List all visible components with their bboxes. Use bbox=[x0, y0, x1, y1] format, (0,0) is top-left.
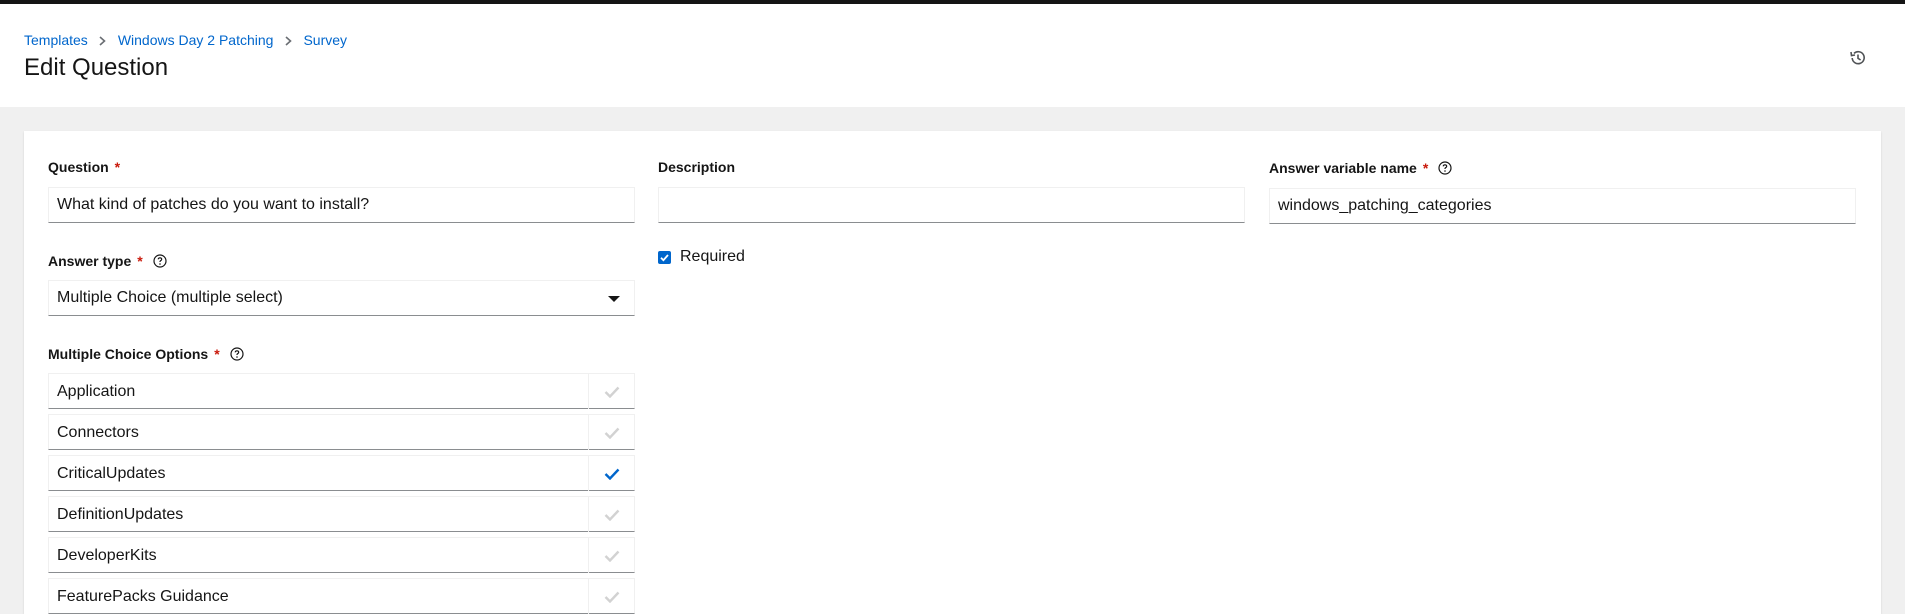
choice-option[interactable]: DefinitionUpdates bbox=[48, 496, 635, 532]
history-icon[interactable] bbox=[1848, 48, 1868, 68]
answer-type-select[interactable]: Multiple Choice (multiple select) bbox=[48, 280, 635, 316]
check-icon[interactable] bbox=[588, 374, 634, 409]
question-circle-icon[interactable] bbox=[230, 347, 244, 361]
page-title: Edit Question bbox=[24, 54, 169, 81]
description-input[interactable] bbox=[658, 187, 1245, 223]
choice-option[interactable]: CriticalUpdates bbox=[48, 455, 635, 491]
answer-type-label: Answer type * bbox=[48, 253, 167, 269]
choices-label: Multiple Choice Options * bbox=[48, 346, 244, 362]
required-asterisk: * bbox=[114, 159, 121, 175]
breadcrumb-template-name[interactable]: Windows Day 2 Patching bbox=[118, 32, 274, 48]
check-icon[interactable] bbox=[588, 538, 634, 573]
choice-option[interactable]: Connectors bbox=[48, 414, 635, 450]
breadcrumb: Templates Windows Day 2 Patching Survey bbox=[24, 32, 347, 48]
choice-option[interactable]: DeveloperKits bbox=[48, 537, 635, 573]
required-checkbox[interactable] bbox=[658, 250, 671, 264]
caret-down-icon bbox=[608, 296, 620, 302]
check-icon[interactable] bbox=[588, 497, 634, 532]
variable-label: Answer variable name * bbox=[1269, 160, 1452, 176]
question-circle-icon[interactable] bbox=[1438, 161, 1452, 175]
page-header: Templates Windows Day 2 Patching Survey … bbox=[0, 4, 1905, 107]
check-icon[interactable] bbox=[588, 456, 634, 491]
required-asterisk: * bbox=[1422, 160, 1429, 176]
check-icon[interactable] bbox=[588, 579, 634, 614]
required-checkbox-row: Required bbox=[658, 248, 745, 266]
choice-label: DefinitionUpdates bbox=[57, 506, 184, 523]
choice-option[interactable]: FeaturePacks Guidance bbox=[48, 578, 635, 614]
choice-label: Connectors bbox=[57, 424, 139, 441]
breadcrumb-templates[interactable]: Templates bbox=[24, 32, 88, 48]
choice-label: Application bbox=[57, 383, 136, 400]
required-label: Required bbox=[680, 248, 745, 265]
choice-label: FeaturePacks Guidance bbox=[57, 588, 229, 605]
question-input[interactable]: What kind of patches do you want to inst… bbox=[48, 187, 635, 223]
breadcrumb-survey[interactable]: Survey bbox=[303, 32, 347, 48]
choice-label: DeveloperKits bbox=[57, 547, 157, 564]
question-circle-icon[interactable] bbox=[153, 254, 167, 268]
required-asterisk: * bbox=[137, 253, 143, 269]
choice-option[interactable]: Application bbox=[48, 373, 635, 409]
chevron-right-icon bbox=[273, 32, 303, 48]
choice-label: CriticalUpdates bbox=[57, 465, 166, 482]
variable-input[interactable]: windows_patching_categories bbox=[1269, 188, 1856, 224]
question-form: Question * What kind of patches do you w… bbox=[24, 131, 1881, 614]
required-asterisk: * bbox=[214, 346, 220, 362]
check-icon[interactable] bbox=[588, 415, 634, 450]
description-label: Description bbox=[658, 159, 736, 175]
chevron-right-icon bbox=[88, 32, 118, 48]
question-label: Question * bbox=[48, 159, 121, 175]
